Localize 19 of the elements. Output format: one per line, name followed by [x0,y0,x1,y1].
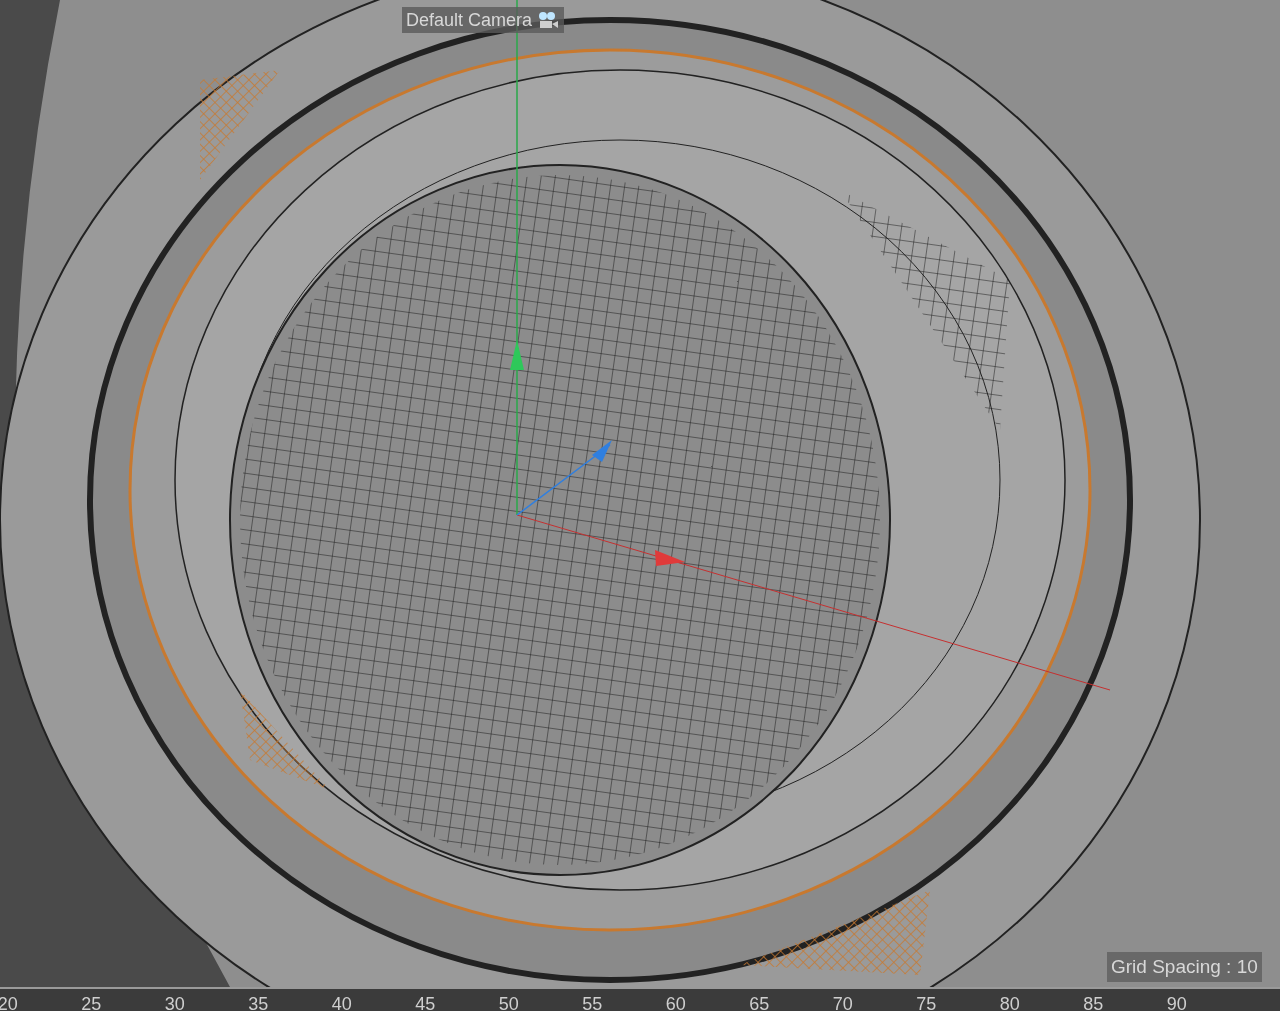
camera-icon [536,10,561,30]
frame-number: 80 [999,995,1020,1011]
frame-number: 55 [582,995,603,1011]
frame-number: 50 [498,995,519,1011]
camera-name: Default Camera [406,11,533,29]
frame-number: 35 [248,995,269,1011]
frame-number: 75 [916,995,937,1011]
camera-label[interactable]: Default Camera [402,7,565,33]
grid-spacing-label: Grid Spacing : 10 [1107,952,1262,982]
frame-number: 40 [331,995,352,1011]
frame-number: 60 [665,995,686,1011]
frame-number: 30 [164,995,185,1011]
frame-number: 45 [415,995,436,1011]
frame-number: 85 [1083,995,1104,1011]
frame-number: 90 [1166,995,1187,1011]
frame-number: 65 [749,995,770,1011]
frame-number: 70 [832,995,853,1011]
viewport[interactable]: Default Camera Grid Spacing : 10 [0,0,1280,987]
frame-number: 25 [81,995,102,1011]
